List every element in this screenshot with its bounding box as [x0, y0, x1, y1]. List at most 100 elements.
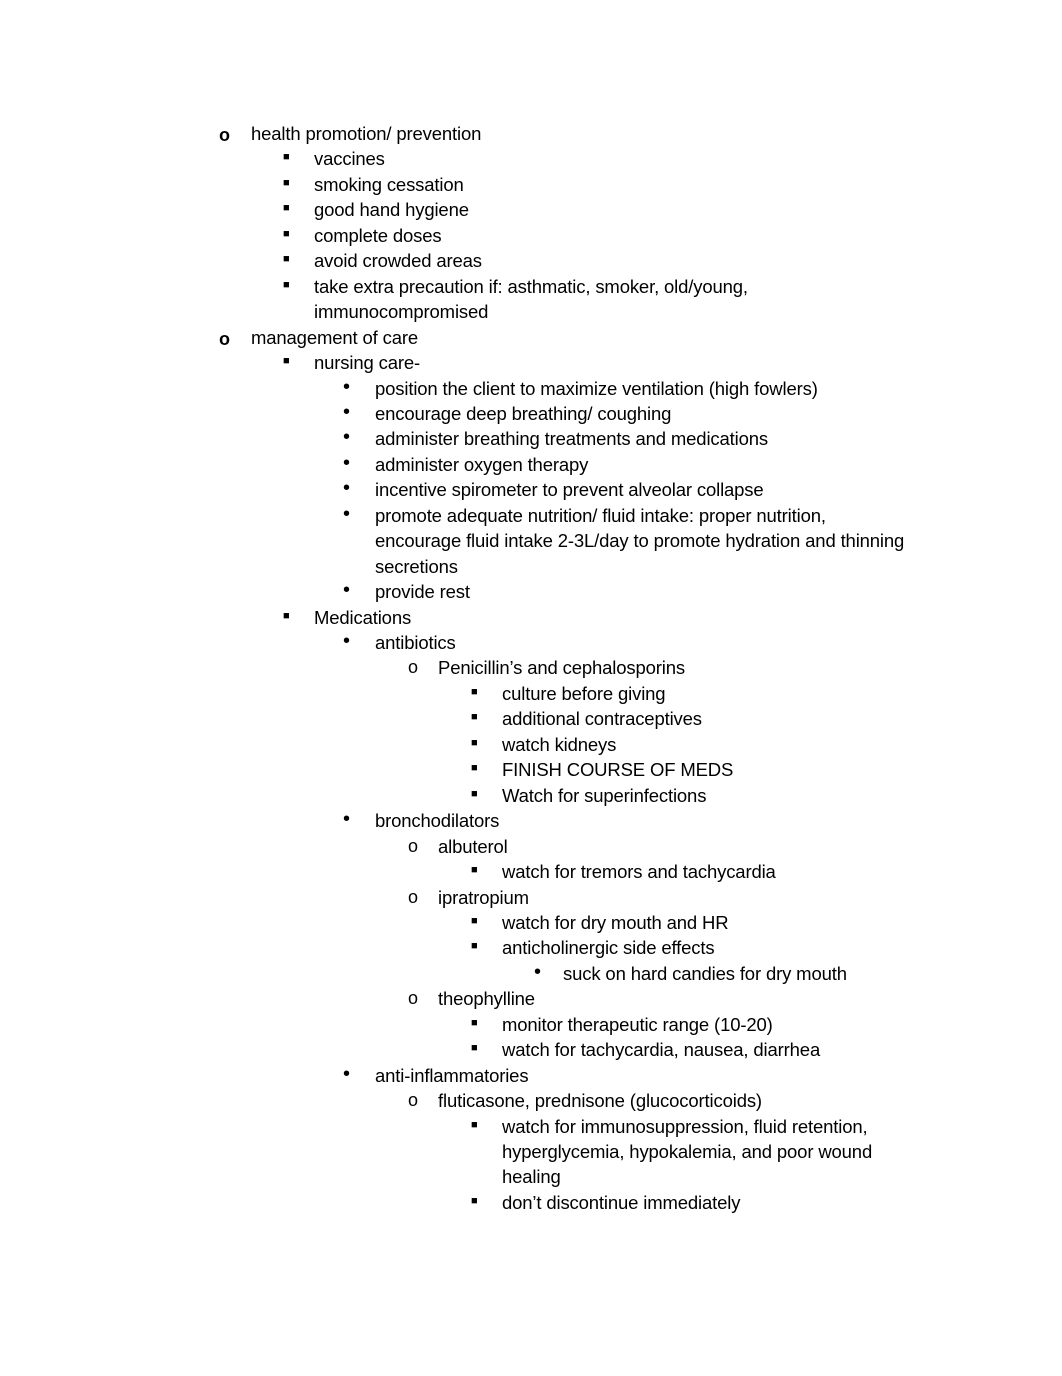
list-item: ■ FINISH COURSE OF MEDS [0, 757, 1062, 782]
list-item-text: theophylline [438, 988, 535, 1010]
list-item: ■ additional contraceptives [0, 706, 1062, 731]
square-bullet-icon: ■ [471, 940, 478, 953]
list-item-text: bronchodilators [375, 810, 500, 832]
circle-bullet-icon: o [408, 657, 418, 678]
list-item-text: antibiotics [375, 632, 456, 653]
list-item-text: incentive spirometer to prevent alveolar… [375, 479, 764, 501]
list-item-text: complete doses [314, 224, 442, 246]
list-item-text: additional contraceptives [502, 708, 702, 730]
dot-bullet-icon: • [343, 808, 350, 831]
list-item: ■ good hand hygiene [0, 197, 1062, 222]
list-item-text: watch for immunosuppression, fluid reten… [502, 1115, 873, 1188]
dot-bullet-icon: • [343, 1062, 350, 1085]
list-item: • antibiotics [0, 630, 1062, 655]
list-item: ■ watch for tremors and tachycardia [0, 859, 1062, 884]
list-item-text: promote adequate nutrition/ fluid intake… [375, 504, 905, 577]
circle-bullet-icon: o [408, 886, 418, 907]
list-item-text: administer breathing treatments and medi… [375, 428, 768, 450]
circle-bullet-icon: o [219, 328, 230, 349]
square-bullet-icon: ■ [471, 736, 478, 749]
list-item: ■ culture before giving [0, 681, 1062, 706]
list-item-text: watch for tachycardia, nausea, diarrhea [502, 1039, 821, 1061]
list-item-text: albuterol [438, 835, 508, 857]
square-bullet-icon: ■ [283, 355, 290, 368]
list-item: • incentive spirometer to prevent alveola… [0, 477, 1062, 502]
square-bullet-icon: ■ [283, 227, 290, 240]
list-item-text: provide rest [375, 581, 470, 603]
square-bullet-icon: ■ [471, 864, 478, 877]
list-item: • promote adequate nutrition/ fluid intak… [0, 503, 1062, 579]
list-item: o albuterol [0, 834, 1062, 859]
list-item-text: fluticasone, prednisone (glucocorticoids… [438, 1090, 762, 1112]
dot-bullet-icon: • [343, 451, 350, 474]
circle-bullet-icon: o [408, 835, 418, 856]
list-item: • position the client to maximize ventila… [0, 376, 1062, 401]
document-page: o health promotion/ prevention ■ vaccines ■ s… [0, 0, 1062, 1376]
dot-bullet-icon: • [343, 375, 350, 398]
list-item: ■ watch kidneys [0, 732, 1062, 757]
square-bullet-icon: ■ [283, 253, 290, 266]
list-item-text: FINISH COURSE OF MEDS [502, 759, 734, 781]
list-item-text: management of care [251, 326, 418, 348]
dot-bullet-icon: • [343, 579, 350, 602]
square-bullet-icon: ■ [471, 685, 478, 698]
square-bullet-icon: ■ [471, 1194, 478, 1207]
list-item: ■ anticholinergic side effects [0, 935, 1062, 960]
list-item: ■ monitor therapeutic range (10-20) [0, 1012, 1062, 1037]
list-item: ■ watch for immunosuppression, fluid rete… [0, 1114, 1062, 1190]
list-item-text: Penicillin’s and cephalosporins [438, 657, 685, 679]
list-item: ■ Medications [0, 605, 1062, 630]
list-item: • anti-inflammatories [0, 1063, 1062, 1088]
list-item-text: ipratropium [438, 886, 529, 908]
list-item: o Penicillin’s and cephalosporins [0, 655, 1062, 680]
list-item-text: watch for dry mouth and HR [502, 911, 729, 933]
dot-bullet-icon: • [343, 630, 350, 652]
circle-bullet-icon: o [408, 1090, 418, 1111]
list-item-text: encourage deep breathing/ coughing [375, 402, 672, 424]
list-item-text: avoid crowded areas [314, 250, 482, 272]
dot-bullet-icon: • [343, 400, 350, 423]
square-bullet-icon: ■ [283, 176, 290, 189]
list-item: ■ watch for tachycardia, nausea, diarrhea [0, 1037, 1062, 1062]
list-item-text: anti-inflammatories [375, 1064, 529, 1086]
list-item: • encourage deep breathing/ coughing [0, 401, 1062, 426]
dot-bullet-icon: • [343, 477, 350, 500]
list-item: • suck on hard candies for dry mouth [0, 961, 1062, 986]
list-item: ■ avoid crowded areas [0, 248, 1062, 273]
square-bullet-icon: ■ [471, 787, 478, 800]
list-item: • bronchodilators [0, 808, 1062, 833]
list-item-text: position the client to maximize ventilat… [375, 377, 818, 399]
list-item-text: nursing care- [314, 352, 421, 374]
list-item-text: Medications [314, 606, 412, 628]
list-item: • provide rest [0, 579, 1062, 604]
square-bullet-icon: ■ [471, 711, 478, 724]
square-bullet-icon: ■ [471, 1016, 478, 1029]
list-item-text: health promotion/ prevention [251, 123, 482, 144]
list-item: ■ don’t discontinue immediately [0, 1190, 1062, 1215]
circle-bullet-icon: o [408, 988, 418, 1009]
list-item: ■ Watch for superinfections [0, 783, 1062, 808]
list-item-text: monitor therapeutic range (10-20) [502, 1013, 773, 1035]
list-item-text: don’t discontinue immediately [502, 1191, 741, 1213]
list-item: o health promotion/ prevention [0, 121, 1062, 146]
list-item-text: take extra precaution if: asthmatic, smo… [314, 275, 748, 323]
list-item: • administer breathing treatments and med… [0, 426, 1062, 451]
list-item-text: vaccines [314, 148, 385, 170]
list-item: o fluticasone, prednisone (glucocorticoid… [0, 1088, 1062, 1113]
list-item: ■ smoking cessation [0, 172, 1062, 197]
list-item-text: good hand hygiene [314, 199, 469, 221]
list-item-text: Watch for superinfections [502, 784, 707, 806]
list-item: o theophylline [0, 986, 1062, 1011]
list-item: ■ take extra precaution if: asthmatic, sm… [0, 274, 1062, 325]
list-item: ■ watch for dry mouth and HR [0, 910, 1062, 935]
square-bullet-icon: ■ [283, 609, 290, 622]
list-item-text: smoking cessation [314, 173, 464, 195]
dot-bullet-icon: • [534, 960, 541, 983]
list-item: ■ complete doses [0, 223, 1062, 248]
list-item: o management of care [0, 325, 1062, 350]
list-item: ■ nursing care- [0, 350, 1062, 375]
square-bullet-icon: ■ [471, 762, 478, 775]
list-item-text: watch kidneys [502, 733, 617, 755]
dot-bullet-icon: • [343, 426, 350, 449]
list-item: o ipratropium [0, 885, 1062, 910]
